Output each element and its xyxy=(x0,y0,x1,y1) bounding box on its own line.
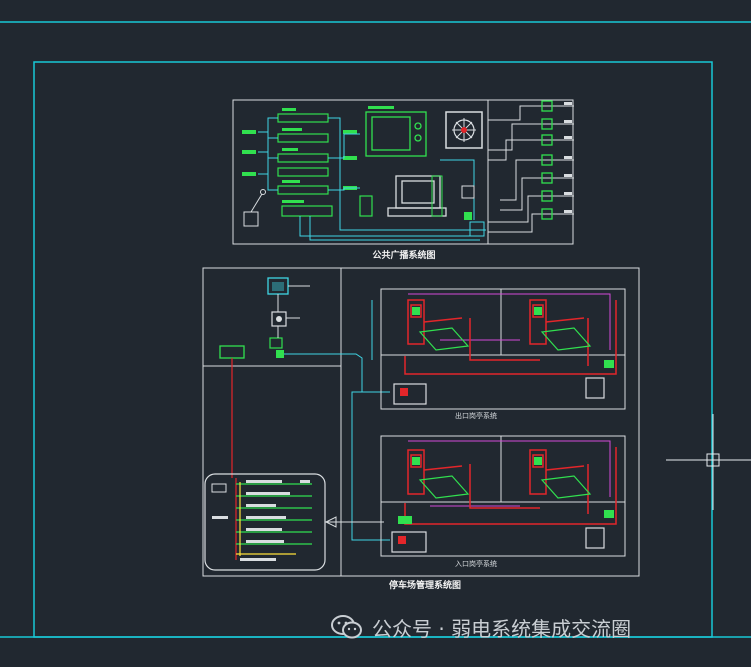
parking-lane-upper: 出口岗亭系统 xyxy=(380,288,626,420)
parking-power-red xyxy=(231,358,237,560)
watermark-text: 公众号 · 弱电系统集成交流圈 xyxy=(372,616,632,641)
parking-network-cyan xyxy=(284,300,390,541)
pa-zone-speakers xyxy=(488,100,574,233)
pa-computer xyxy=(387,175,447,217)
gate-terminal-a2 xyxy=(529,299,585,345)
cad-drawing-canvas[interactable]: 公共广播系统图 出口岗亭系统 入口岗亭系统 停车场管理系统图 xyxy=(0,0,751,667)
parking-lane-lower: 入口岗亭系统 xyxy=(380,435,626,568)
pa-matrix-module xyxy=(445,111,483,149)
gate-terminal-b2 xyxy=(529,449,585,495)
parking-diagram: 出口岗亭系统 入口岗亭系统 停车场管理系统图 xyxy=(202,267,640,591)
wechat-icon xyxy=(331,615,362,639)
gate-terminal-a1 xyxy=(407,299,463,345)
parking-diagram-title: 停车场管理系统图 xyxy=(389,579,461,591)
lane-upper-label: 出口岗亭系统 xyxy=(455,411,497,420)
lane-lower-label: 入口岗亭系统 xyxy=(455,559,497,568)
parking-control-room xyxy=(219,277,310,359)
public-address-diagram: 公共广播系统图 xyxy=(232,99,574,261)
pa-diagram-title: 公共广播系统图 xyxy=(372,249,435,261)
cad-crosshair-cursor xyxy=(666,414,751,510)
pa-microphone xyxy=(243,189,266,227)
sheet-frame xyxy=(0,21,751,638)
watermark: 公众号 · 弱电系统集成交流圈 xyxy=(330,612,631,642)
pa-control-screen xyxy=(365,111,427,157)
gate-terminal-b1 xyxy=(407,449,463,495)
parking-terminal-box xyxy=(204,473,384,571)
